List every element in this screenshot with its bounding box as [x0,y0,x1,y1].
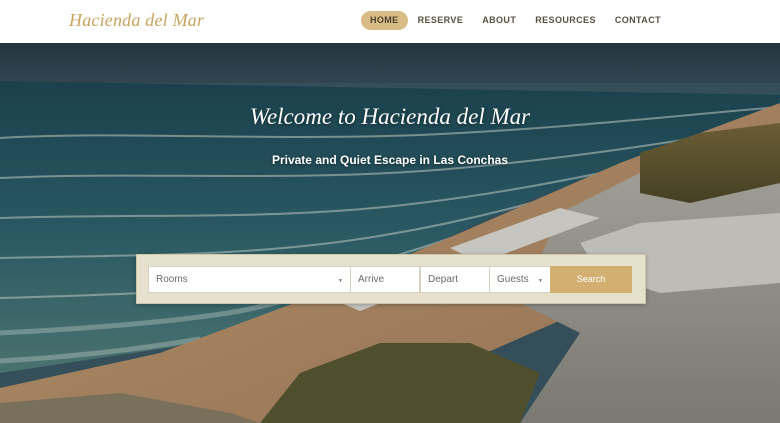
hero-section: Welcome to Hacienda del Mar Private and … [0,43,780,423]
guests-select-label: Guests [497,274,529,285]
guests-select[interactable]: Guests ▼ [489,266,551,293]
arrive-date-input[interactable]: Arrive [350,266,420,293]
nav-item-contact[interactable]: CONTACT [606,11,670,30]
depart-placeholder: Depart [428,274,459,285]
brand-logo-text[interactable]: Hacienda del Mar [69,10,204,31]
rooms-select-label: Rooms [156,274,188,285]
nav-item-reserve[interactable]: RESERVE [409,11,473,30]
caret-down-icon: ▼ [538,278,543,284]
search-button[interactable]: Search [550,266,632,293]
site-header: Hacienda del Mar HOME RESERVE ABOUT RESO… [0,0,780,43]
nav-item-resources[interactable]: RESOURCES [526,11,605,30]
hero-title: Welcome to Hacienda del Mar [249,104,531,129]
booking-form: Rooms ▼ Arrive Depart Guests ▼ Search [136,254,646,304]
hero-subtitle: Private and Quiet Escape in Las Conchas [271,153,509,167]
caret-down-icon: ▼ [338,278,343,284]
depart-date-input[interactable]: Depart [420,266,490,293]
nav-item-about[interactable]: ABOUT [473,11,525,30]
nav-item-home[interactable]: HOME [360,11,408,30]
rooms-select[interactable]: Rooms ▼ [148,266,351,293]
main-nav: HOME RESERVE ABOUT RESOURCES CONTACT [360,11,670,30]
arrive-placeholder: Arrive [358,274,385,285]
hero-background-image [0,43,780,423]
